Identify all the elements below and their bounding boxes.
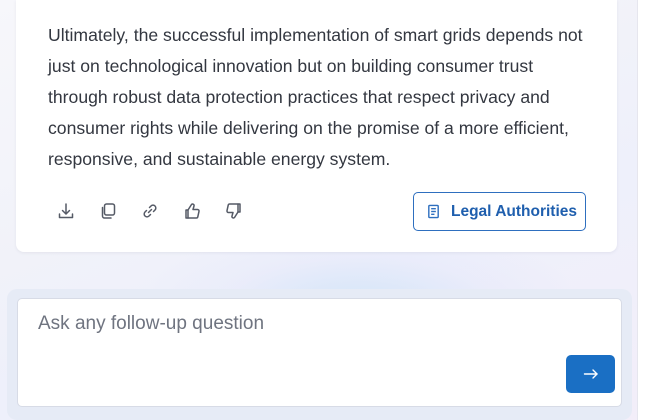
send-button[interactable] <box>566 355 615 393</box>
legal-authorities-button[interactable]: Legal Authorities <box>413 192 586 231</box>
thumbs-down-button[interactable] <box>222 199 246 223</box>
copy-button[interactable] <box>96 199 120 223</box>
thumbs-up-button[interactable] <box>180 199 204 223</box>
response-toolbar <box>54 196 264 226</box>
response-card: Ultimately, the successful implementatio… <box>16 0 617 252</box>
download-icon <box>58 203 74 219</box>
followup-input-box <box>17 298 622 407</box>
followup-question-input[interactable] <box>18 299 621 406</box>
document-icon <box>428 204 439 219</box>
link-button[interactable] <box>138 199 162 223</box>
thumbs-up-icon <box>185 203 200 219</box>
followup-input-container <box>7 289 632 420</box>
legal-authorities-label: Legal Authorities <box>451 202 578 220</box>
copy-icon <box>101 203 116 219</box>
link-icon <box>143 204 157 218</box>
right-side-panel <box>637 0 670 420</box>
response-text: Ultimately, the successful implementatio… <box>48 25 583 169</box>
thumbs-down-icon <box>226 203 241 219</box>
download-button[interactable] <box>54 199 78 223</box>
arrow-right-icon <box>583 369 598 379</box>
